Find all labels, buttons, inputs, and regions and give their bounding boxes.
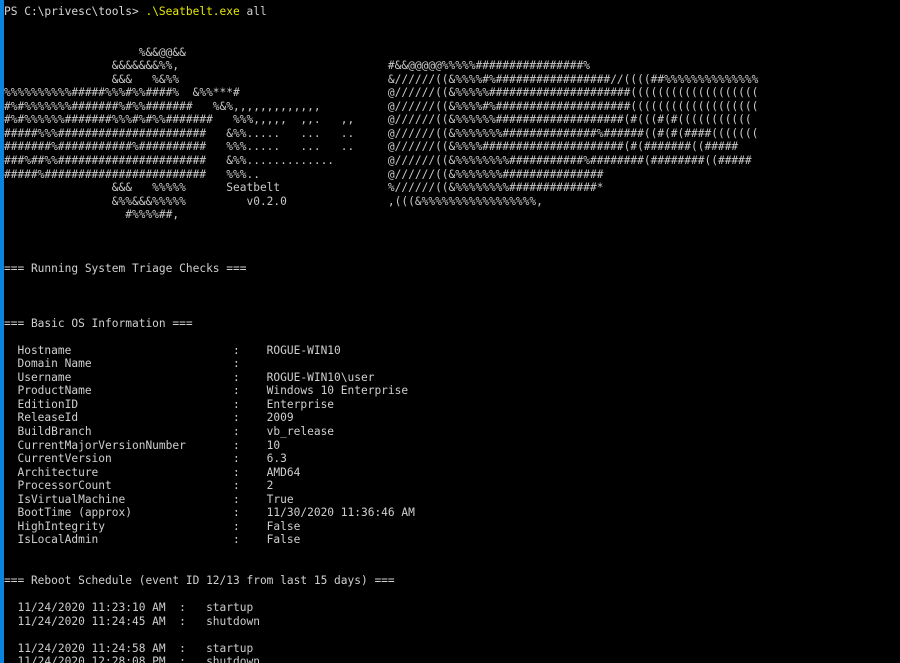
reboot-event-row: 11/24/2020 11:23:10 AM : startup bbox=[4, 601, 254, 615]
table-row: ReleaseId : 2009 bbox=[4, 411, 294, 425]
table-row: Username : ROGUE-WIN10\user bbox=[4, 370, 375, 384]
ascii-art-line: ###%##%%###################### &%%......… bbox=[4, 154, 752, 168]
console-output-area[interactable]: PS C:\privesc\tools> .\Seatbelt.exe all … bbox=[4, 0, 900, 663]
ascii-art-line-tool-name: &&& %%%%% Seatbelt %//////((&%%%%%%%%###… bbox=[4, 181, 604, 195]
ascii-art-line: #%%%%##, bbox=[4, 208, 180, 222]
section-header-basic-os-information: === Basic OS Information === bbox=[4, 316, 193, 330]
reboot-event-row: 11/24/2020 11:24:58 AM : startup bbox=[4, 641, 254, 655]
table-row: ProductName : Windows 10 Enterprise bbox=[4, 384, 409, 398]
ascii-art-line: #####%######################## %%%.. @//… bbox=[4, 167, 604, 181]
section-header-running-system-triage-checks: === Running System Triage Checks === bbox=[4, 262, 247, 276]
table-row: CurrentVersion : 6.3 bbox=[4, 452, 287, 466]
ascii-art-line: #####%%%###################### &%%..... … bbox=[4, 126, 759, 140]
reboot-event-row: 11/24/2020 12:28:08 PM : shutdown bbox=[4, 655, 260, 663]
command-arguments: all bbox=[239, 5, 267, 18]
table-row: Architecture : AMD64 bbox=[4, 465, 301, 479]
powershell-terminal-window[interactable]: PS C:\privesc\tools> .\Seatbelt.exe all … bbox=[0, 0, 900, 663]
table-row: EditionID : Enterprise bbox=[4, 397, 335, 411]
ascii-art-line: #%#%%%%%%#######%%%#%#%%####### %%%,,,,,… bbox=[4, 113, 752, 127]
table-row: HighIntegrity : False bbox=[4, 519, 301, 533]
ascii-art-line-version: &%%&&&%%%%% v0.2.0 ,(((&%%%%%%%%%%%%%%%%… bbox=[4, 194, 543, 208]
window-left-accent-bar bbox=[0, 0, 4, 663]
ascii-art-line: %&&@@&& bbox=[4, 45, 186, 59]
ascii-art-line: &&&&&&&%%, #&&@@@@@%%%%%################… bbox=[4, 59, 590, 73]
table-row: BootTime (approx) : 11/30/2020 11:36:46 … bbox=[4, 506, 415, 520]
reboot-event-row: 11/24/2020 11:24:45 AM : shutdown bbox=[4, 614, 260, 628]
ascii-art-line: &&& %&%% &//////((&%%%%#%###############… bbox=[4, 72, 759, 86]
prompt-line: PS C:\privesc\tools> .\Seatbelt.exe all bbox=[4, 5, 900, 19]
table-row: Hostname : ROGUE-WIN10 bbox=[4, 343, 341, 357]
table-row: IsVirtualMachine : True bbox=[4, 492, 294, 506]
ascii-art-line: %%%%%%%%%%#####%%%#%%####% &%%***# @////… bbox=[4, 86, 759, 100]
command-executable: .\Seatbelt.exe bbox=[145, 5, 240, 18]
section-header-reboot-schedule: === Reboot Schedule (event ID 12/13 from… bbox=[4, 573, 395, 587]
table-row: IsLocalAdmin : False bbox=[4, 533, 301, 547]
table-row: ProcessorCount : 2 bbox=[4, 479, 274, 493]
ascii-art-line: #######%###########%########## %%%..... … bbox=[4, 140, 739, 154]
table-row: BuildBranch : vb_release bbox=[4, 424, 335, 438]
prompt-prefix: PS C:\privesc\tools> bbox=[4, 5, 146, 18]
table-row: CurrentMajorVersionNumber : 10 bbox=[4, 438, 281, 452]
table-row: Domain Name : bbox=[4, 357, 247, 371]
ascii-art-line: #%#%%%%%%%#######%#%%####### %&%,,,,,,,,… bbox=[4, 99, 759, 113]
